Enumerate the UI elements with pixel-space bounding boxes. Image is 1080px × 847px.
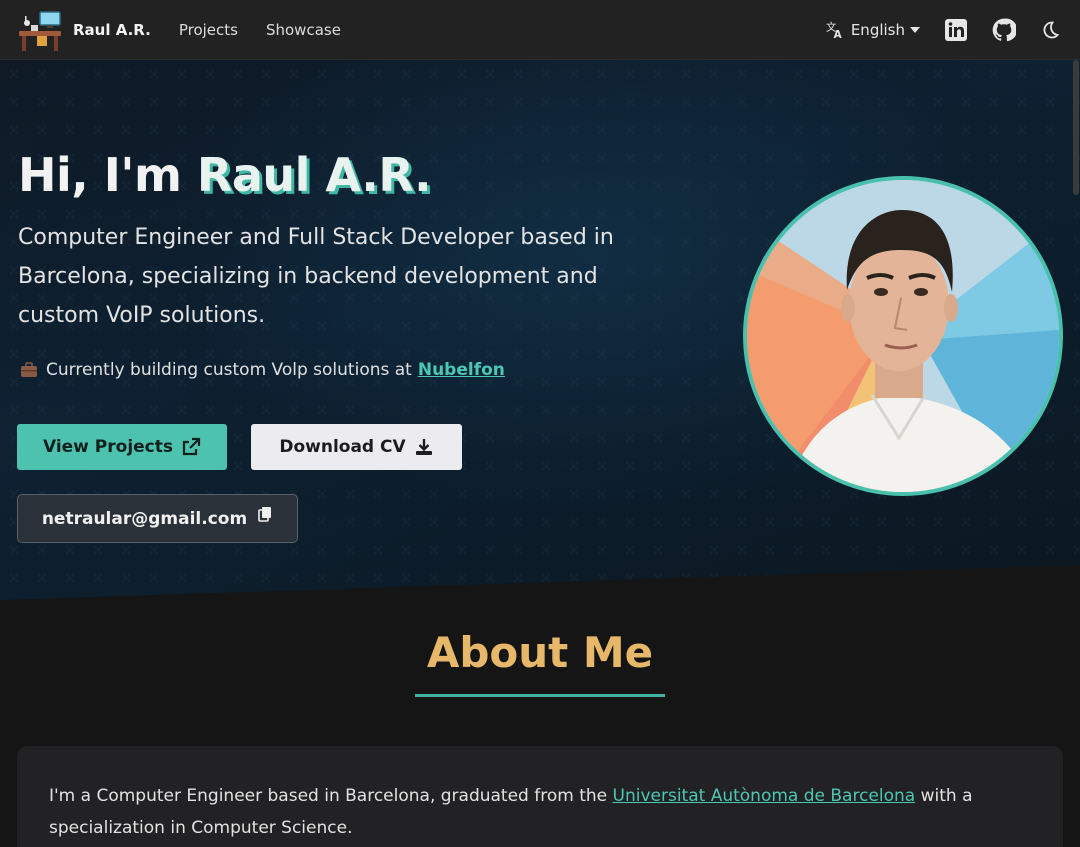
svg-text:A: A	[833, 29, 842, 39]
about-title-underline	[415, 694, 665, 697]
about-text-before: I'm a Computer Engineer based in Barcelo…	[49, 786, 613, 806]
university-link[interactable]: Universitat Autònoma de Barcelona	[613, 786, 916, 806]
theme-toggle[interactable]	[1040, 20, 1060, 40]
translate-icon: 文 A	[826, 20, 843, 39]
download-cv-label: Download CV	[279, 437, 406, 457]
nav-link-projects[interactable]: Projects	[179, 21, 238, 39]
scrollbar[interactable]	[1073, 60, 1079, 195]
profile-photo	[743, 176, 1063, 496]
github-link[interactable]	[992, 17, 1016, 42]
hero-name: Raul A.R.	[196, 148, 432, 202]
about-title: About Me	[426, 628, 654, 677]
brand-name: Raul A.R.	[73, 20, 151, 39]
nav-link-showcase[interactable]: Showcase	[266, 21, 341, 39]
about-text: I'm a Computer Engineer based in Barcelo…	[49, 780, 1039, 844]
logo-icon	[19, 10, 61, 51]
github-icon	[992, 17, 1016, 41]
navbar: Raul A.R. Projects Showcase 文 A English	[0, 0, 1080, 60]
hero-section: Hi, I'm Raul A.R. Computer Engineer and …	[0, 60, 1080, 620]
copy-icon	[258, 506, 272, 522]
download-icon	[415, 439, 432, 455]
view-projects-label: View Projects	[42, 437, 174, 457]
language-label: English	[850, 20, 905, 39]
linkedin-icon	[945, 18, 967, 41]
hero-heading: Hi, I'm Raul A.R.	[18, 148, 432, 202]
moon-icon	[1043, 21, 1060, 38]
email-label: netraular@gmail.com	[41, 508, 248, 529]
company-link[interactable]: Nubelfon	[418, 360, 505, 380]
chevron-down-icon	[910, 26, 920, 33]
external-link-icon	[182, 437, 201, 456]
hero-description: Computer Engineer and Full Stack Develop…	[18, 225, 614, 328]
language-selector[interactable]: 文 A English	[826, 20, 920, 39]
download-cv-button[interactable]: Download CV	[251, 424, 462, 470]
brand-link[interactable]: Raul A.R.	[17, 7, 151, 53]
hero-divider	[0, 565, 1080, 620]
briefcase-icon	[21, 362, 37, 377]
current-job-text: Currently building custom Volp solutions…	[46, 360, 412, 380]
linkedin-link[interactable]	[944, 18, 968, 42]
view-projects-button[interactable]: View Projects	[17, 424, 227, 470]
current-job: Currently building custom Volp solutions…	[20, 360, 505, 380]
copy-email-button[interactable]: netraular@gmail.com	[17, 494, 298, 543]
hero-greeting: Hi, I'm	[18, 148, 197, 202]
